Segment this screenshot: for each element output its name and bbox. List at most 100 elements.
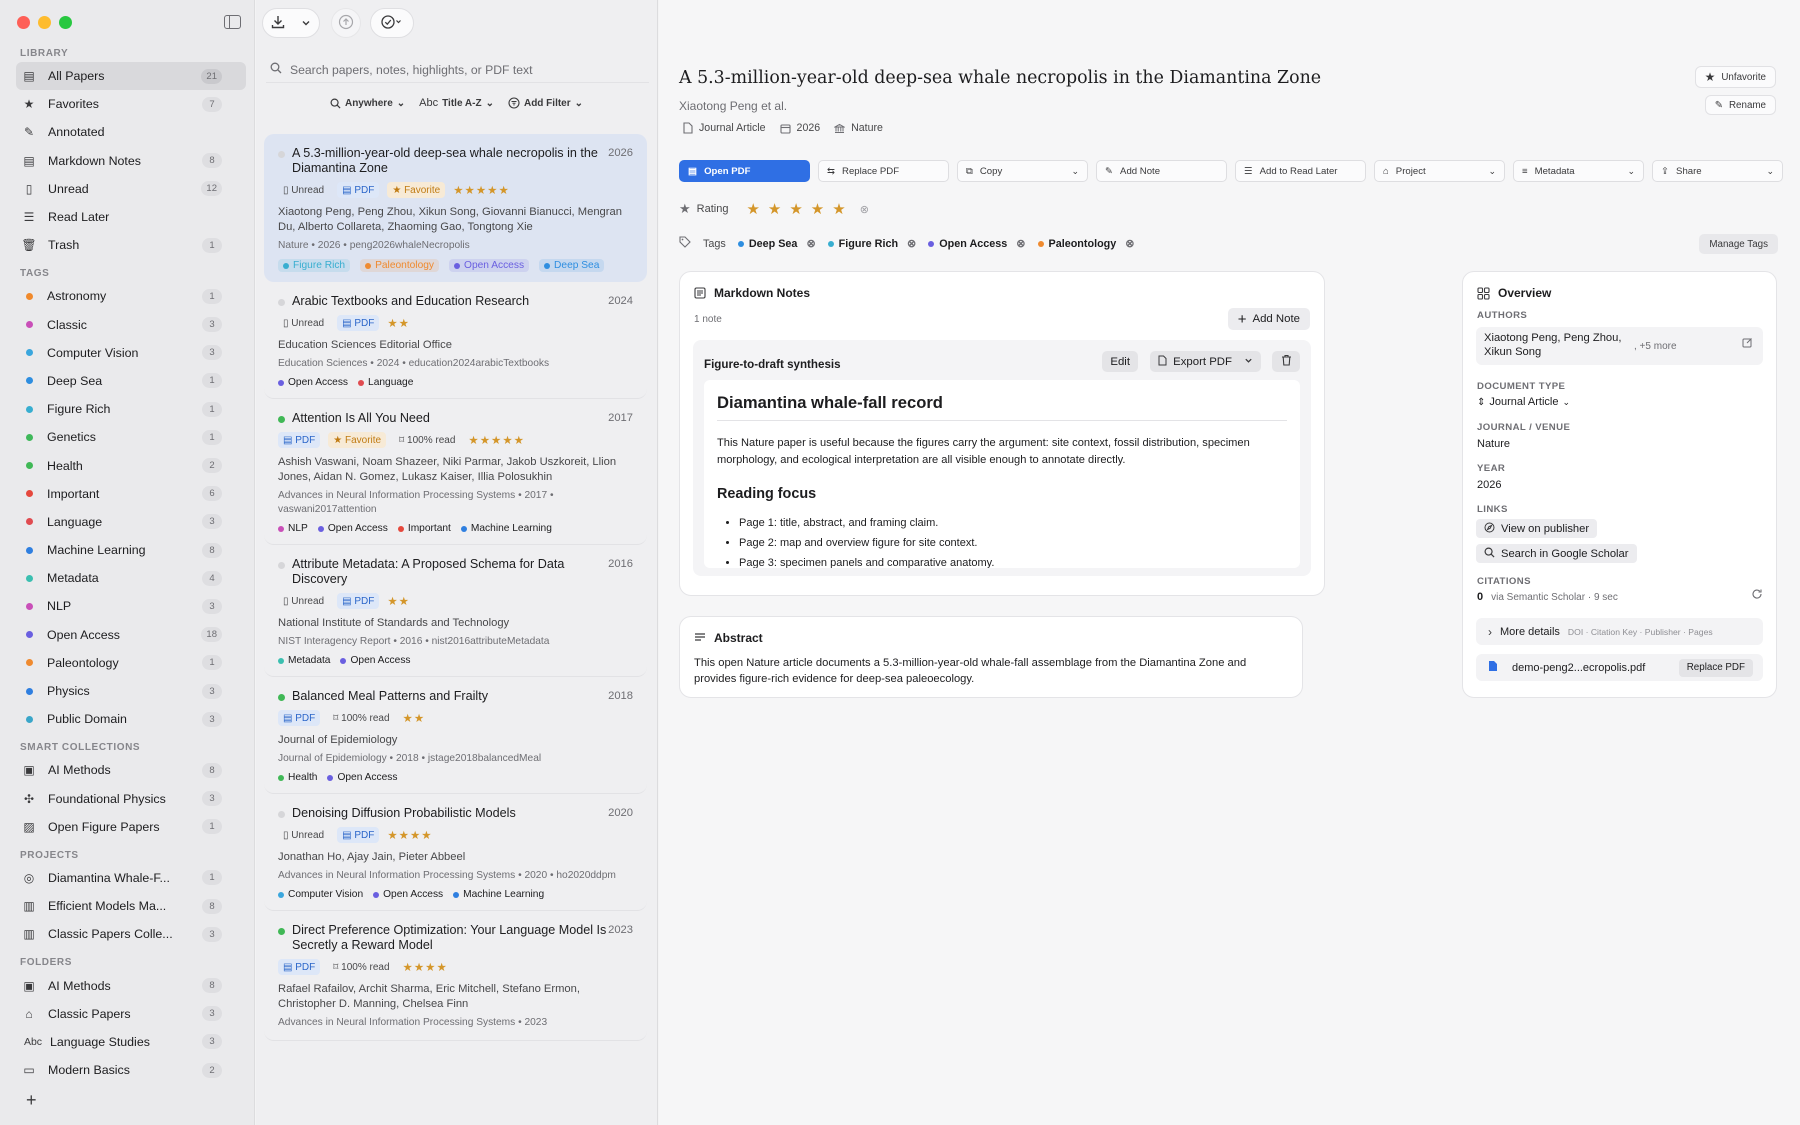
- tag-figure-rich[interactable]: Figure Rich ⊗: [827, 237, 916, 250]
- sidebar-item-metadata[interactable]: Metadata 4: [16, 564, 246, 592]
- metadata-button[interactable]: ≡ Metadata ⌄: [1513, 160, 1644, 182]
- tag-chip-nlp[interactable]: NLP: [278, 523, 308, 534]
- sidebar-item-computer-vision[interactable]: Computer Vision 3: [16, 339, 246, 367]
- sidebar-item-open-figure-papers[interactable]: ▨ Open Figure Papers 1: [16, 813, 246, 841]
- tag-chip-machine-learning[interactable]: Machine Learning: [460, 523, 552, 534]
- open-pdf-button[interactable]: ▤ Open PDF: [679, 160, 810, 182]
- add-filter-button[interactable]: Add Filter ⌄: [508, 97, 583, 109]
- more-details-toggle[interactable]: › More details DOI · Citation Key · Publ…: [1476, 618, 1763, 645]
- remove-tag-icon[interactable]: ⊗: [1016, 237, 1025, 250]
- remove-tag-icon[interactable]: ⊗: [907, 237, 916, 250]
- paper-card[interactable]: A 5.3-million-year-old deep-sea whale ne…: [264, 134, 647, 282]
- sidebar-item-classic-papers[interactable]: ⌂ Classic Papers 3: [16, 1000, 246, 1028]
- sidebar-item-classic-papers-colle[interactable]: ▥ Classic Papers Colle... 3: [16, 920, 246, 948]
- paper-card[interactable]: Balanced Meal Patterns and Frailty 2018 ▤ …: [264, 677, 647, 794]
- zoom-window-button[interactable]: [59, 16, 72, 29]
- share-button[interactable]: ⇪ Share ⌄: [1652, 160, 1783, 182]
- export-pdf-button[interactable]: Export PDF: [1150, 351, 1261, 372]
- tag-chip-open-access[interactable]: Open Access: [278, 377, 348, 388]
- tag-open-access[interactable]: Open Access ⊗: [928, 237, 1026, 250]
- sidebar-item-unread[interactable]: ▯ Unread 12: [16, 175, 246, 203]
- tag-chip-open-access[interactable]: Open Access: [340, 655, 411, 666]
- sidebar-item-ai-methods[interactable]: ▣ AI Methods 8: [16, 756, 246, 784]
- sidebar-item-foundational-physics[interactable]: ✣ Foundational Physics 3: [16, 785, 246, 813]
- authors-more[interactable]: , +5 more: [1634, 340, 1677, 354]
- sidebar-item-trash[interactable]: 🗑 Trash 1: [16, 231, 246, 259]
- sidebar-item-favorites[interactable]: ★ Favorites 7: [16, 90, 246, 118]
- paper-card[interactable]: Attribute Metadata: A Proposed Schema fo…: [264, 545, 647, 677]
- sidebar-item-diamantina-whale-f[interactable]: ◎ Diamantina Whale-F... 1: [16, 864, 246, 892]
- copy-button[interactable]: ⧉ Copy ⌄: [957, 160, 1088, 182]
- tag-chip-metadata[interactable]: Metadata: [278, 655, 330, 666]
- close-window-button[interactable]: [17, 16, 30, 29]
- sidebar-item-genetics[interactable]: Genetics 1: [16, 423, 246, 451]
- tag-chip-paleontology[interactable]: Paleontology: [360, 259, 440, 272]
- replace-pdf-button[interactable]: Replace PDF: [1678, 658, 1753, 677]
- clear-rating-icon[interactable]: ⊗: [860, 203, 869, 216]
- sidebar-item-annotated[interactable]: ✎ Annotated: [16, 118, 246, 146]
- tag-chip-deep-sea[interactable]: Deep Sea: [539, 259, 605, 272]
- authors-field[interactable]: Xiaotong Peng, Peng Zhou, Xikun Song , +…: [1476, 327, 1763, 365]
- unfavorite-button[interactable]: ★ Unfavorite: [1694, 66, 1776, 88]
- mark-read-button[interactable]: [370, 8, 414, 38]
- rename-button[interactable]: ✎ Rename: [1704, 95, 1776, 115]
- sidebar-item-public-domain[interactable]: Public Domain 3: [16, 705, 246, 733]
- sidebar-item-paleontology[interactable]: Paleontology 1: [16, 649, 246, 677]
- delete-note-button[interactable]: [1272, 351, 1300, 372]
- tag-chip-machine-learning[interactable]: Machine Learning: [453, 889, 544, 900]
- tag-deep-sea[interactable]: Deep Sea ⊗: [737, 237, 816, 250]
- sidebar-item-modern-basics[interactable]: ▭ Modern Basics 2: [16, 1056, 246, 1084]
- edit-authors-icon[interactable]: [1742, 337, 1753, 352]
- rating-stars[interactable]: ★★★★★: [746, 200, 853, 218]
- sidebar-item-classic[interactable]: Classic 3: [16, 311, 246, 339]
- sidebar-item-important[interactable]: Important 6: [16, 480, 246, 508]
- minimize-window-button[interactable]: [38, 16, 51, 29]
- sort-filter[interactable]: Abc Title A-Z ⌄: [419, 97, 494, 109]
- view-publisher-link[interactable]: View on publisher: [1476, 519, 1598, 538]
- google-scholar-link[interactable]: Search in Google Scholar: [1476, 544, 1637, 563]
- sidebar-item-open-access[interactable]: Open Access 18: [16, 621, 246, 649]
- paper-card[interactable]: Arabic Textbooks and Education Research 2…: [264, 282, 647, 399]
- chevron-down-icon[interactable]: [301, 16, 311, 31]
- sidebar-item-nlp[interactable]: NLP 3: [16, 592, 246, 620]
- remove-tag-icon[interactable]: ⊗: [806, 237, 815, 250]
- add-to-read-later-button[interactable]: ☰ Add to Read Later: [1235, 160, 1366, 182]
- tag-chip-figure-rich[interactable]: Figure Rich: [278, 259, 351, 272]
- tag-chip-open-access[interactable]: Open Access: [373, 889, 443, 900]
- paper-card[interactable]: Denoising Diffusion Probabilistic Models…: [264, 794, 647, 911]
- sidebar-item-deep-sea[interactable]: Deep Sea 1: [16, 367, 246, 395]
- project-button[interactable]: ⌂ Project ⌄: [1374, 160, 1505, 182]
- upload-button[interactable]: [331, 8, 361, 38]
- tag-chip-open-access[interactable]: Open Access: [327, 772, 397, 783]
- add-collection-button[interactable]: +: [26, 1090, 37, 1111]
- sidebar-scroll[interactable]: LIBRARY ▤ All Papers 21 ★ Favorites 7 ✎ Annotate…: [0, 44, 254, 1085]
- sidebar-item-physics[interactable]: Physics 3: [16, 677, 246, 705]
- tag-chip-important[interactable]: Important: [397, 523, 451, 534]
- manage-tags-button[interactable]: Manage Tags: [1699, 234, 1778, 254]
- sidebar-item-efficient-models-ma[interactable]: ▥ Efficient Models Ma... 8: [16, 892, 246, 920]
- import-button[interactable]: [262, 8, 320, 38]
- sidebar-item-read-later[interactable]: ☰ Read Later: [16, 203, 246, 231]
- sidebar-item-health[interactable]: Health 2: [16, 451, 246, 479]
- paper-card[interactable]: Direct Preference Optimization: Your Lan…: [264, 911, 647, 1041]
- tag-paleontology[interactable]: Paleontology ⊗: [1037, 237, 1135, 250]
- sidebar-item-language[interactable]: Language 3: [16, 508, 246, 536]
- scope-filter[interactable]: Anywhere ⌄: [330, 97, 405, 109]
- add-note-button[interactable]: ✎ Add Note: [1096, 160, 1227, 182]
- tag-chip-open-access[interactable]: Open Access: [317, 523, 388, 534]
- sidebar-item-ai-methods[interactable]: ▣ AI Methods 8: [16, 971, 246, 999]
- sidebar-item-astronomy[interactable]: Astronomy 1: [16, 282, 246, 310]
- tag-chip-health[interactable]: Health: [278, 772, 317, 783]
- sidebar-item-markdown-notes[interactable]: ▤ Markdown Notes 8: [16, 147, 246, 175]
- refresh-icon[interactable]: [1751, 588, 1763, 603]
- remove-tag-icon[interactable]: ⊗: [1125, 237, 1134, 250]
- note-content[interactable]: Diamantina whale-fall record This Nature…: [704, 380, 1300, 568]
- sidebar-item-figure-rich[interactable]: Figure Rich 1: [16, 395, 246, 423]
- doctype-select[interactable]: ⇕ Journal Article ⌄: [1477, 396, 1570, 408]
- add-note-button[interactable]: + Add Note: [1227, 308, 1310, 330]
- replace-pdf-button[interactable]: ⇆ Replace PDF: [818, 160, 949, 182]
- sidebar-item-machine-learning[interactable]: Machine Learning 8: [16, 536, 246, 564]
- search-input[interactable]: [290, 62, 630, 77]
- tag-chip-computer-vision[interactable]: Computer Vision: [278, 889, 363, 900]
- sidebar-item-language-studies[interactable]: Abc Language Studies 3: [16, 1028, 246, 1056]
